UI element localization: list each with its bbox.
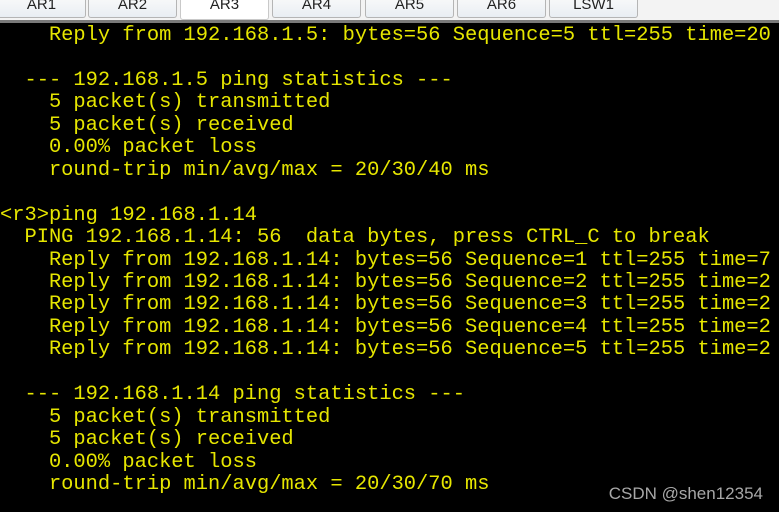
tab-ar6[interactable]: AR6 — [457, 0, 546, 18]
terminal-line: PING 192.168.1.14: 56 data bytes, press … — [0, 226, 710, 250]
tab-ar5[interactable]: AR5 — [365, 0, 454, 18]
terminal-line: 0.00% packet loss — [0, 136, 257, 160]
terminal-line: Reply from 192.168.1.14: bytes=56 Sequen… — [0, 293, 771, 317]
tab-ar4[interactable]: AR4 — [272, 0, 361, 18]
device-tab-bar: AR1 AR2 AR3 AR4 AR5 AR6 LSW1 — [0, 0, 779, 23]
terminal-line: 5 packet(s) transmitted — [0, 405, 331, 429]
terminal-line: 5 packet(s) transmitted — [0, 91, 331, 115]
terminal-line: 0.00% packet loss — [0, 450, 257, 474]
terminal-line: Reply from 192.168.1.14: bytes=56 Sequen… — [0, 270, 771, 294]
terminal-line: 5 packet(s) received — [0, 428, 294, 452]
terminal-line: 5 packet(s) received — [0, 113, 294, 137]
terminal-line: --- 192.168.1.14 ping statistics --- — [0, 383, 465, 407]
terminal-line: round-trip min/avg/max = 20/30/40 ms — [0, 158, 490, 182]
tab-ar1[interactable]: AR1 — [0, 0, 86, 18]
terminal-line: Reply from 192.168.1.14: bytes=56 Sequen… — [0, 248, 771, 272]
tab-ar2[interactable]: AR2 — [88, 0, 177, 18]
terminal-line: Reply from 192.168.1.14: bytes=56 Sequen… — [0, 338, 771, 362]
watermark: CSDN @shen12354 — [608, 484, 763, 503]
tab-ar3[interactable]: AR3 — [180, 0, 269, 20]
terminal-console[interactable]: Reply from 192.168.1.5: bytes=56 Sequenc… — [0, 24, 779, 512]
terminal-line: round-trip min/avg/max = 20/30/70 ms — [0, 473, 490, 496]
terminal-line: Reply from 192.168.1.14: bytes=56 Sequen… — [0, 315, 771, 339]
terminal-line: --- 192.168.1.5 ping statistics --- — [0, 68, 453, 92]
terminal-line: <r3>ping 192.168.1.14 — [0, 203, 257, 227]
tab-lsw1[interactable]: LSW1 — [549, 0, 638, 18]
terminal-line: Reply from 192.168.1.5: bytes=56 Sequenc… — [0, 24, 771, 47]
